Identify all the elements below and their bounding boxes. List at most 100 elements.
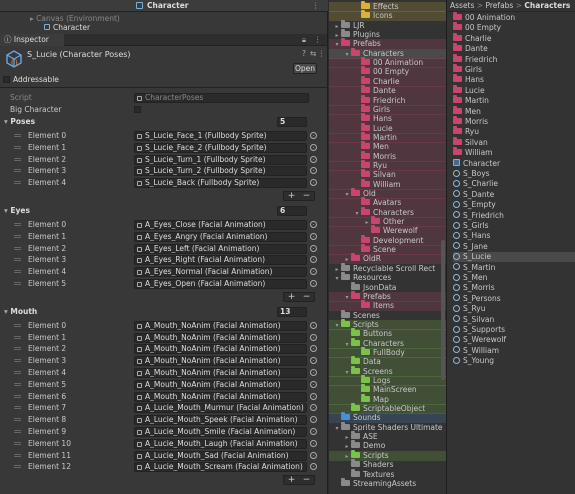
object-picker-icon[interactable] bbox=[310, 268, 317, 276]
remove-element-button[interactable]: − bbox=[299, 192, 314, 201]
object-picker-icon[interactable] bbox=[310, 451, 317, 459]
drag-handle-icon[interactable] bbox=[14, 430, 21, 433]
asset-item[interactable]: 00 Animation bbox=[453, 12, 575, 23]
array-element-row[interactable]: Element 8 A_Lucie_Mouth_Speek (Facial Ani… bbox=[0, 414, 327, 426]
drag-handle-icon[interactable] bbox=[14, 223, 21, 226]
more-icon[interactable]: ⋮ bbox=[314, 34, 322, 46]
open-button[interactable]: Open bbox=[293, 63, 317, 74]
object-field[interactable]: A_Lucie_Mouth_Sad (Facial Animation) bbox=[134, 450, 307, 461]
array-element-row[interactable]: Element 10 A_Lucie_Mouth_Laugh (Facial An… bbox=[0, 438, 327, 449]
object-field[interactable]: S_Lucie_Turn_1 (Fullbody Sprite) bbox=[134, 154, 307, 165]
asset-item[interactable]: S_Dante bbox=[453, 190, 575, 200]
drag-handle-icon[interactable] bbox=[14, 181, 21, 185]
settings-icon[interactable]: ⇆ bbox=[310, 49, 316, 58]
object-picker-icon[interactable] bbox=[310, 333, 317, 341]
asset-item[interactable]: S_Charlie bbox=[453, 179, 575, 189]
object-picker-icon[interactable] bbox=[310, 345, 317, 353]
add-element-button[interactable]: + bbox=[284, 292, 299, 301]
drag-handle-icon[interactable] bbox=[14, 246, 21, 250]
object-field[interactable]: S_Lucie_Back (Fullbody Sprite) bbox=[134, 178, 307, 189]
object-field[interactable]: A_Mouth_NoAnim (Facial Animation) bbox=[134, 379, 307, 390]
object-picker-icon[interactable] bbox=[310, 179, 317, 187]
object-picker-icon[interactable] bbox=[310, 321, 317, 329]
addressable-checkbox[interactable] bbox=[3, 76, 10, 83]
object-picker-icon[interactable] bbox=[310, 439, 317, 447]
object-field[interactable]: A_Lucie_Mouth_Laugh (Facial Animation) bbox=[134, 438, 307, 449]
array-element-row[interactable]: Element 4 A_Eyes_Normal (Facial Animation… bbox=[0, 266, 327, 278]
array-element-row[interactable]: Element 0 A_Eyes_Close (Facial Animation) bbox=[0, 219, 327, 230]
breadcrumb-item[interactable]: Characters bbox=[524, 1, 570, 10]
remove-element-button[interactable]: − bbox=[299, 292, 314, 301]
array-element-row[interactable]: Element 2 A_Eyes_Left (Facial Animation) bbox=[0, 243, 327, 254]
object-picker-icon[interactable] bbox=[310, 404, 317, 412]
object-picker-icon[interactable] bbox=[310, 155, 317, 163]
array-element-row[interactable]: Element 0 S_Lucie_Face_1 (Fullbody Sprite… bbox=[0, 130, 327, 141]
object-field[interactable]: A_Lucie_Mouth_Speek (Facial Animation) bbox=[134, 415, 307, 426]
drag-handle-icon[interactable] bbox=[14, 406, 21, 410]
array-element-row[interactable]: Element 1 A_Mouth_NoAnim (Facial Animatio… bbox=[0, 332, 327, 343]
drag-handle-icon[interactable] bbox=[14, 347, 21, 351]
asset-item[interactable]: William bbox=[453, 147, 575, 158]
drag-handle-icon[interactable] bbox=[14, 134, 21, 137]
object-field[interactable]: S_Lucie_Turn_2 (Fullbody Sprite) bbox=[134, 166, 307, 177]
object-field[interactable]: S_Lucie_Face_2 (Fullbody Sprite) bbox=[134, 142, 307, 153]
object-picker-icon[interactable] bbox=[310, 463, 317, 471]
drag-handle-icon[interactable] bbox=[14, 282, 21, 285]
drag-handle-icon[interactable] bbox=[14, 234, 21, 238]
drag-handle-icon[interactable] bbox=[14, 270, 21, 274]
array-element-row[interactable]: Element 7 A_Lucie_Mouth_Murmur (Facial An… bbox=[0, 402, 327, 414]
tree-scrollbar[interactable] bbox=[441, 240, 445, 380]
drag-handle-icon[interactable] bbox=[14, 335, 21, 339]
asset-item[interactable]: Ryu bbox=[453, 126, 575, 137]
object-picker-icon[interactable] bbox=[310, 380, 317, 388]
object-field[interactable]: A_Mouth_NoAnim (Facial Animation) bbox=[134, 391, 307, 402]
asset-item[interactable]: S_Supports bbox=[453, 325, 575, 335]
asset-item[interactable]: Girls bbox=[453, 64, 575, 75]
asset-item[interactable]: S_Lucie bbox=[453, 252, 575, 263]
array-element-row[interactable]: Element 2 A_Mouth_NoAnim (Facial Animatio… bbox=[0, 343, 327, 355]
object-picker-icon[interactable] bbox=[310, 221, 317, 228]
asset-item[interactable]: Hans bbox=[453, 74, 575, 85]
asset-item[interactable]: S_Men bbox=[453, 273, 575, 283]
add-element-button[interactable]: + bbox=[284, 476, 299, 485]
object-field[interactable]: A_Mouth_NoAnim (Facial Animation) bbox=[134, 320, 307, 331]
asset-item[interactable]: S_Ryu bbox=[453, 304, 575, 314]
section-header-eyes[interactable]: ▾ Eyes 6 bbox=[0, 205, 327, 217]
drag-handle-icon[interactable] bbox=[14, 453, 21, 457]
array-element-row[interactable]: Element 2 S_Lucie_Turn_1 (Fullbody Sprite… bbox=[0, 154, 327, 165]
array-element-row[interactable]: Element 1 A_Eyes_Angry (Facial Animation) bbox=[0, 231, 327, 242]
asset-item[interactable]: S_Jane bbox=[453, 242, 575, 252]
object-picker-icon[interactable] bbox=[310, 357, 317, 365]
object-picker-icon[interactable] bbox=[310, 232, 317, 240]
array-element-row[interactable]: Element 11 A_Lucie_Mouth_Sad (Facial Anim… bbox=[0, 450, 327, 461]
more-icon[interactable]: ⋮ bbox=[312, 0, 320, 12]
array-element-row[interactable]: Element 4 A_Mouth_NoAnim (Facial Animatio… bbox=[0, 367, 327, 378]
object-field[interactable]: A_Mouth_NoAnim (Facial Animation) bbox=[134, 368, 307, 378]
object-field[interactable]: A_Eyes_Open (Facial Animation) bbox=[134, 279, 307, 289]
array-element-row[interactable]: Element 4 S_Lucie_Back (Fullbody Sprite) bbox=[0, 177, 327, 189]
object-picker-icon[interactable] bbox=[310, 392, 317, 400]
array-element-row[interactable]: Element 3 A_Eyes_Right (Facial Animation) bbox=[0, 254, 327, 266]
asset-item[interactable]: S_Hans bbox=[453, 231, 575, 241]
array-element-row[interactable]: Element 9 A_Lucie_Mouth_Smile (Facial Ani… bbox=[0, 426, 327, 437]
drag-handle-icon[interactable] bbox=[14, 145, 21, 149]
drag-handle-icon[interactable] bbox=[14, 441, 21, 445]
asset-item[interactable]: Silvan bbox=[453, 136, 575, 148]
asset-item[interactable]: S_Morris bbox=[453, 283, 575, 293]
object-field[interactable]: A_Eyes_Right (Facial Animation) bbox=[134, 255, 307, 266]
object-field[interactable]: A_Lucie_Mouth_Smile (Facial Animation) bbox=[134, 427, 307, 437]
tab-inspector[interactable]: ⓘ Inspector bbox=[0, 34, 64, 46]
drag-handle-icon[interactable] bbox=[14, 465, 21, 469]
add-element-button[interactable]: + bbox=[284, 192, 299, 201]
object-picker-icon[interactable] bbox=[310, 369, 317, 376]
section-header-poses[interactable]: ▾ Poses 5 bbox=[0, 116, 327, 128]
object-field[interactable]: A_Mouth_NoAnim (Facial Animation) bbox=[134, 356, 307, 367]
object-field[interactable]: A_Eyes_Left (Facial Animation) bbox=[134, 243, 307, 254]
drag-handle-icon[interactable] bbox=[14, 418, 21, 422]
array-size-field[interactable]: 5 bbox=[277, 117, 307, 127]
object-field[interactable]: S_Lucie_Face_1 (Fullbody Sprite) bbox=[134, 131, 307, 141]
object-picker-icon[interactable] bbox=[310, 428, 317, 435]
asset-item[interactable]: S_Young bbox=[453, 356, 575, 366]
drag-handle-icon[interactable] bbox=[14, 258, 21, 262]
object-picker-icon[interactable] bbox=[310, 416, 317, 424]
